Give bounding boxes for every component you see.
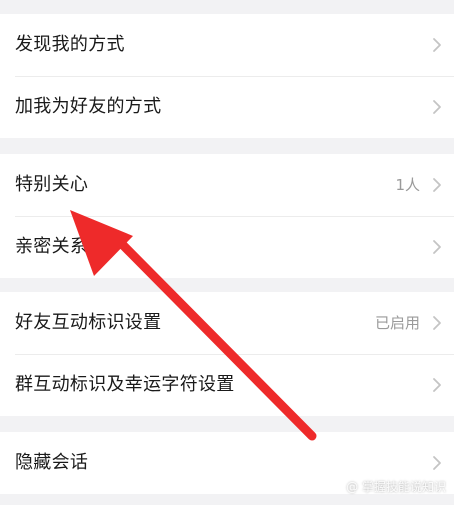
chevron-right-icon [433,178,441,192]
row-label: 群互动标识及幸运字符设置 [15,374,235,395]
chevron-right-icon [433,100,441,114]
settings-group-discover: 发现我的方式 加我为好友的方式 [0,14,454,138]
settings-row-add-me-method[interactable]: 加我为好友的方式 [0,76,454,138]
row-label: 特别关心 [15,174,89,195]
settings-row-group-interaction-mark[interactable]: 群互动标识及幸运字符设置 [0,354,454,416]
row-label: 发现我的方式 [15,34,125,55]
friend-interaction-status: 已启用 [374,314,420,332]
special-care-count: 1人 [395,176,420,194]
row-label: 隐藏会话 [15,452,89,473]
settings-row-special-care[interactable]: 特别关心 1人 [0,154,454,216]
settings-group-relations: 特别关心 1人 亲密关系 [0,154,454,278]
row-label: 好友互动标识设置 [15,312,162,333]
chevron-right-icon [433,378,441,392]
settings-group-interaction-marks: 好友互动标识设置 已启用 群互动标识及幸运字符设置 [0,292,454,416]
settings-row-friend-interaction-mark[interactable]: 好友互动标识设置 已启用 [0,292,454,354]
watermark: @ 掌握技能说知识 [346,480,446,494]
row-label: 加我为好友的方式 [15,96,162,117]
chevron-right-icon [433,456,441,470]
chevron-right-icon [433,316,441,330]
row-label: 亲密关系 [15,236,89,257]
settings-row-discover-me[interactable]: 发现我的方式 [0,14,454,76]
settings-row-intimate-relation[interactable]: 亲密关系 [0,216,454,278]
chevron-right-icon [433,38,441,52]
chevron-right-icon [433,240,441,254]
